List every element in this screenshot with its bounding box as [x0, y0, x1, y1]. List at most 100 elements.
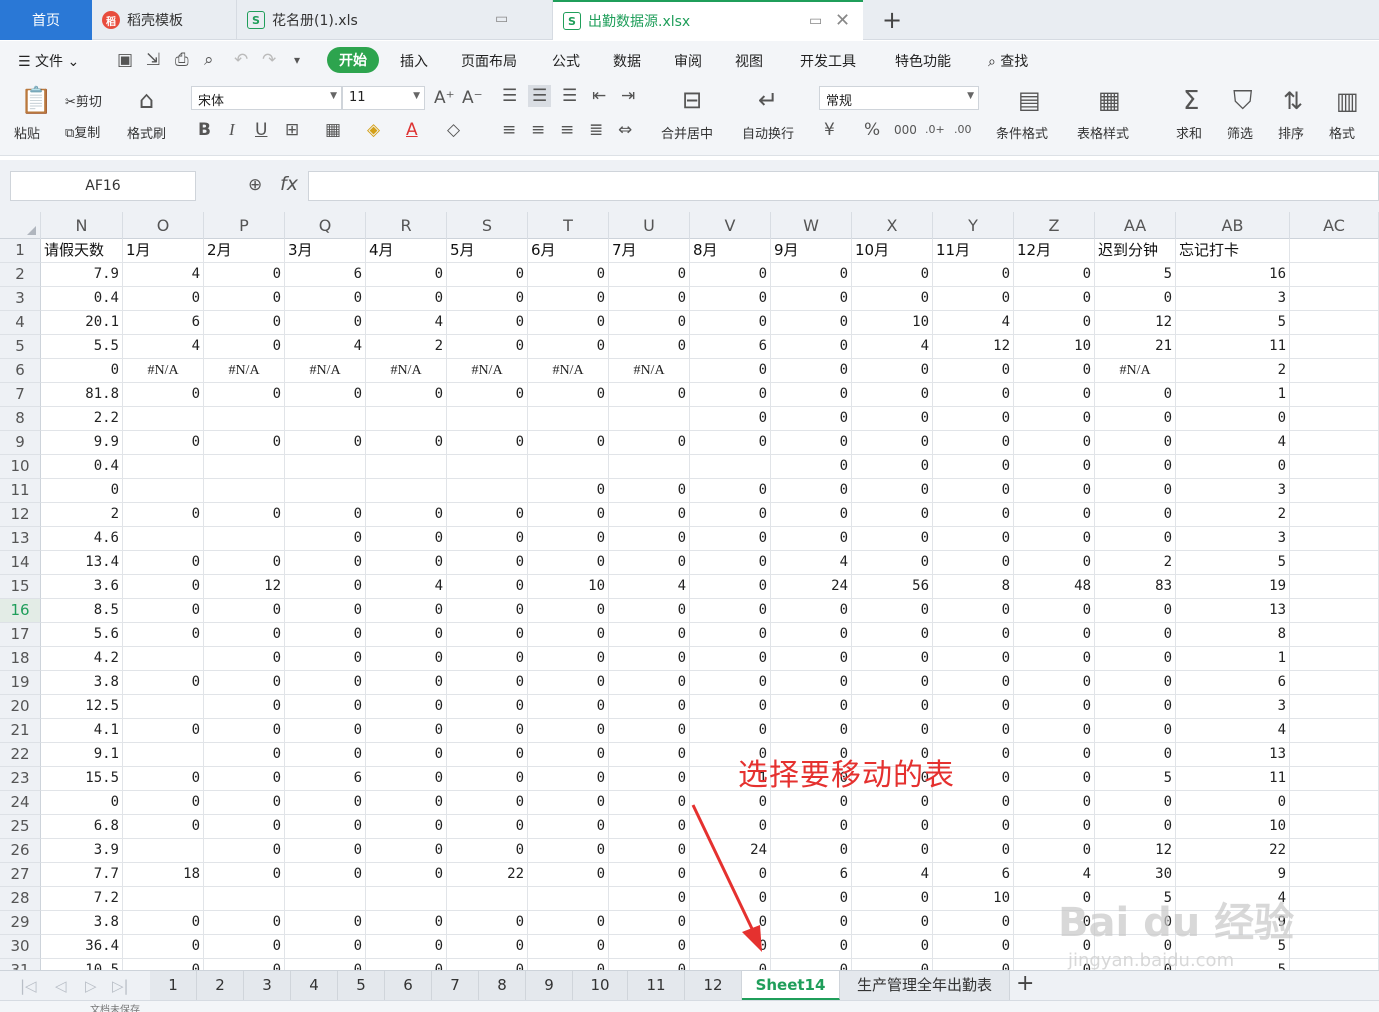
- cell[interactable]: 3.8: [41, 671, 123, 695]
- cell[interactable]: #N/A: [285, 359, 366, 383]
- cell[interactable]: 6: [1176, 671, 1290, 695]
- menu-insert[interactable]: 插入: [400, 51, 428, 71]
- cell[interactable]: 0: [690, 671, 771, 695]
- cell[interactable]: 0: [447, 839, 528, 863]
- cell[interactable]: 0: [852, 527, 933, 551]
- cell[interactable]: 0: [1014, 599, 1095, 623]
- cell[interactable]: 0: [366, 815, 447, 839]
- cell[interactable]: 忘记打卡: [1176, 239, 1290, 263]
- cell[interactable]: 0: [933, 431, 1014, 455]
- row-header[interactable]: 4: [0, 311, 41, 335]
- cell[interactable]: 0: [285, 623, 366, 647]
- cell[interactable]: 0: [528, 647, 609, 671]
- menu-file[interactable]: ☰ 文件 ⌄: [18, 51, 79, 71]
- cell[interactable]: 0: [852, 359, 933, 383]
- cell[interactable]: 6: [285, 263, 366, 287]
- cell[interactable]: 0: [285, 575, 366, 599]
- column-header-X[interactable]: X: [852, 212, 933, 239]
- menu-home[interactable]: 开始: [327, 47, 379, 73]
- cut-button[interactable]: ✂剪切: [65, 91, 102, 110]
- cell[interactable]: 0: [690, 527, 771, 551]
- sort-button[interactable]: 排序: [1278, 123, 1304, 142]
- cell[interactable]: [1290, 719, 1379, 743]
- cell[interactable]: #N/A: [366, 359, 447, 383]
- sheet-tab[interactable]: 4: [291, 971, 338, 1000]
- cell[interactable]: 0: [609, 431, 690, 455]
- font-family-select[interactable]: 宋体 ▼: [191, 86, 342, 110]
- cell[interactable]: 13.4: [41, 551, 123, 575]
- cell[interactable]: 0: [852, 935, 933, 959]
- row-header[interactable]: 30: [0, 935, 41, 959]
- cell[interactable]: 0: [933, 815, 1014, 839]
- cell[interactable]: 0: [528, 311, 609, 335]
- cell[interactable]: [1290, 455, 1379, 479]
- cell[interactable]: 8月: [690, 239, 771, 263]
- cell[interactable]: 9月: [771, 239, 852, 263]
- cell[interactable]: [123, 455, 204, 479]
- cell[interactable]: 0: [285, 743, 366, 767]
- cell[interactable]: 12: [204, 575, 285, 599]
- cell[interactable]: 0: [285, 551, 366, 575]
- cell[interactable]: 0: [852, 671, 933, 695]
- cell[interactable]: [1290, 647, 1379, 671]
- cell[interactable]: [1290, 599, 1379, 623]
- cell[interactable]: 22: [447, 863, 528, 887]
- cell[interactable]: 0: [609, 959, 690, 970]
- menu-developer[interactable]: 开发工具: [800, 51, 856, 71]
- cell[interactable]: 0: [528, 935, 609, 959]
- cell[interactable]: 0: [690, 263, 771, 287]
- cell[interactable]: 0: [1014, 671, 1095, 695]
- cell[interactable]: 9.1: [41, 743, 123, 767]
- cell[interactable]: 0: [690, 407, 771, 431]
- zoom-icon[interactable]: ⊕: [248, 175, 262, 195]
- cell[interactable]: 0: [1014, 647, 1095, 671]
- sheet-tab[interactable]: 8: [479, 971, 526, 1000]
- cell-style-icon[interactable]: ▦: [325, 121, 341, 139]
- cell[interactable]: #N/A: [123, 359, 204, 383]
- cell[interactable]: [123, 695, 204, 719]
- cell[interactable]: 24: [690, 839, 771, 863]
- distribute-icon[interactable]: ⇔: [618, 121, 632, 139]
- cell[interactable]: 5月: [447, 239, 528, 263]
- cell[interactable]: 0: [528, 719, 609, 743]
- cell[interactable]: 11: [1176, 335, 1290, 359]
- cell[interactable]: 8.5: [41, 599, 123, 623]
- cell[interactable]: 0: [609, 671, 690, 695]
- cell[interactable]: 0: [609, 623, 690, 647]
- cell[interactable]: 0: [1095, 455, 1176, 479]
- column-header-O[interactable]: O: [123, 212, 204, 239]
- cell[interactable]: 0: [771, 839, 852, 863]
- select-all-corner[interactable]: [0, 212, 41, 239]
- cell[interactable]: [1290, 527, 1379, 551]
- cell[interactable]: 0: [690, 311, 771, 335]
- cell[interactable]: 12: [1095, 839, 1176, 863]
- cell[interactable]: 0: [1095, 695, 1176, 719]
- cell[interactable]: 0: [528, 431, 609, 455]
- cell[interactable]: 1月: [123, 239, 204, 263]
- cell[interactable]: [285, 887, 366, 911]
- cell[interactable]: [1290, 551, 1379, 575]
- cell[interactable]: 4.2: [41, 647, 123, 671]
- cell[interactable]: 0: [447, 959, 528, 970]
- cell[interactable]: 0: [447, 311, 528, 335]
- cell[interactable]: 0: [771, 263, 852, 287]
- cell[interactable]: 0: [1095, 791, 1176, 815]
- cell[interactable]: 0: [690, 647, 771, 671]
- print-preview-icon[interactable]: ⌕: [204, 51, 214, 69]
- row-header[interactable]: 11: [0, 479, 41, 503]
- cell[interactable]: 5.5: [41, 335, 123, 359]
- print-icon[interactable]: ⎙: [175, 51, 189, 69]
- sum-button[interactable]: 求和: [1176, 123, 1202, 142]
- conditional-format-button[interactable]: 条件格式: [996, 123, 1048, 142]
- cell[interactable]: 11: [1176, 767, 1290, 791]
- cell[interactable]: 0: [447, 623, 528, 647]
- cell[interactable]: [1290, 479, 1379, 503]
- cell[interactable]: 4: [1176, 719, 1290, 743]
- font-size-select[interactable]: 11 ▼: [342, 86, 425, 110]
- cell[interactable]: 4.1: [41, 719, 123, 743]
- cell[interactable]: 0: [933, 383, 1014, 407]
- cell[interactable]: 5: [1176, 551, 1290, 575]
- cell[interactable]: [1290, 935, 1379, 959]
- cell[interactable]: 0: [528, 599, 609, 623]
- row-header[interactable]: 20: [0, 695, 41, 719]
